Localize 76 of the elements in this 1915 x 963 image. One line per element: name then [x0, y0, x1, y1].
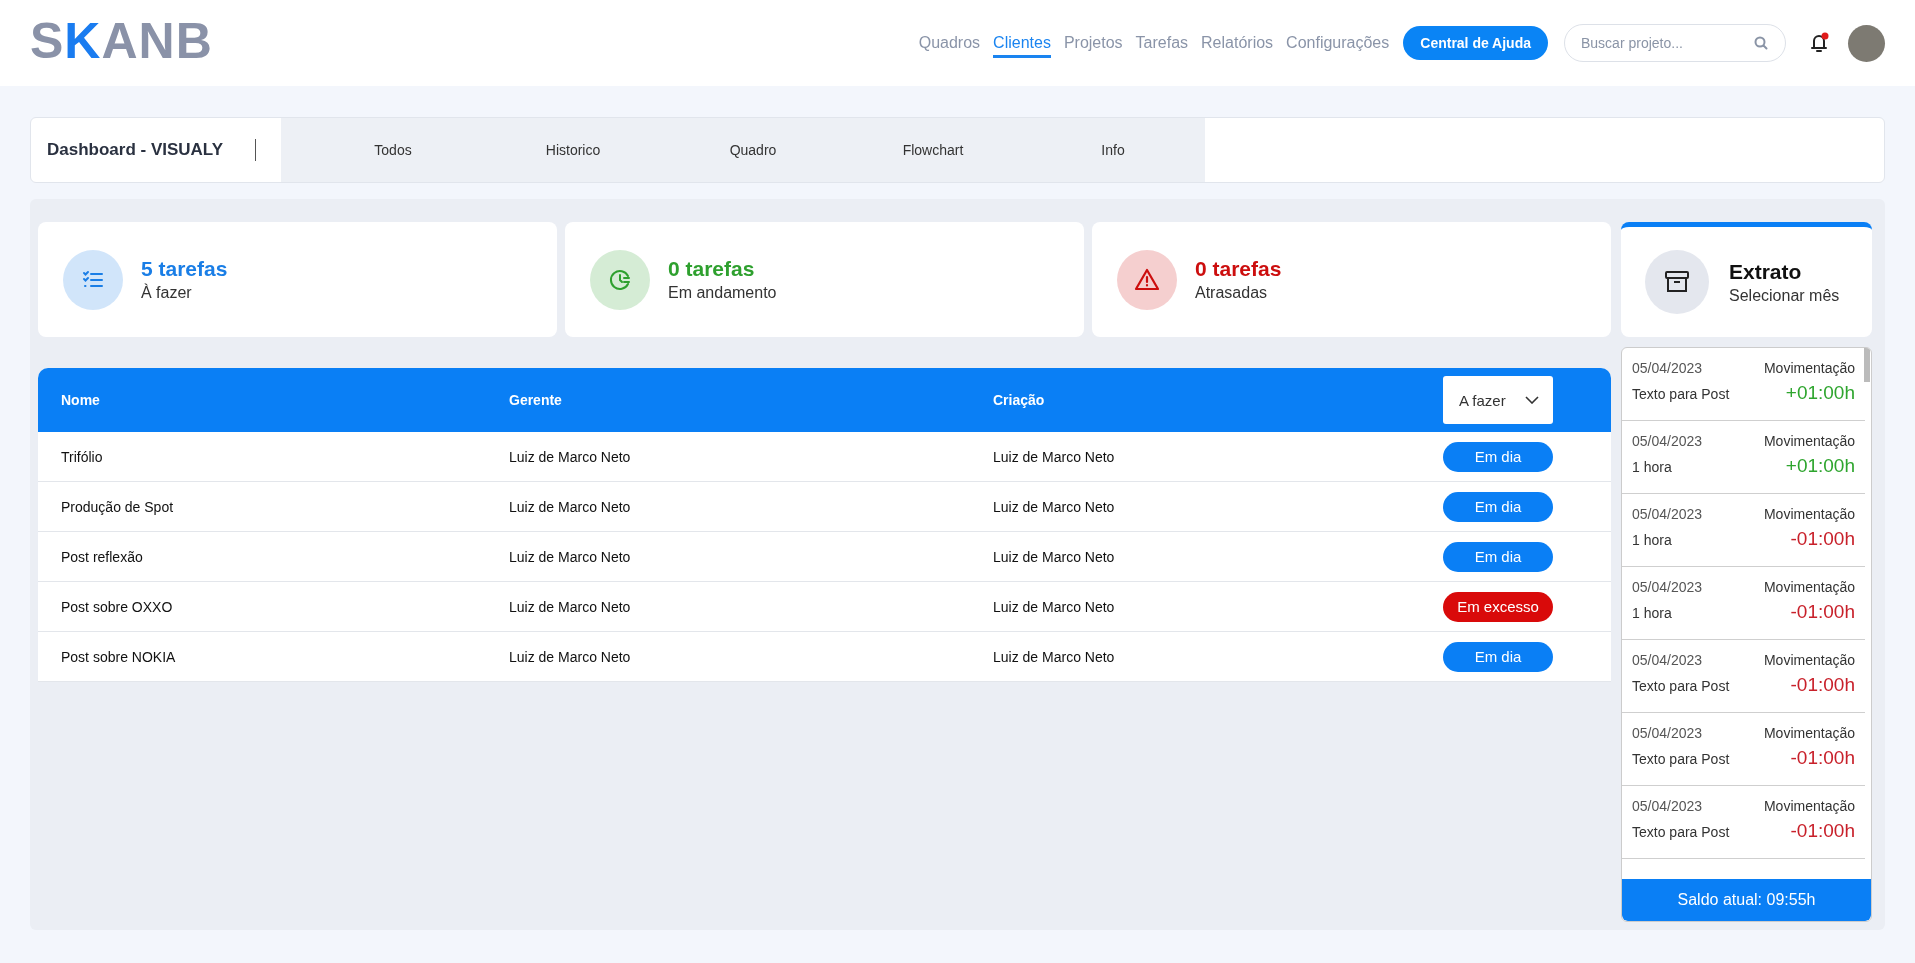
entry-type: Movimentação [1763, 652, 1855, 668]
column-header: Criação [993, 392, 1046, 408]
nav-link[interactable]: Clientes [993, 28, 1051, 58]
table-cell-text: Trifólio [61, 448, 104, 465]
entry-type: Movimentação [1763, 506, 1855, 522]
table-cell-text: Luiz de Marco Neto [509, 548, 632, 565]
table-cell-text: Post sobre OXXO [61, 598, 174, 615]
help-button[interactable]: Central de Ajuda [1403, 26, 1548, 60]
entry-amount: +01:00h [1785, 382, 1855, 404]
stat-label: À fazer [141, 284, 193, 302]
tab[interactable]: Info [1023, 118, 1203, 182]
scrollbar[interactable] [1864, 348, 1870, 382]
entry-date: 05/04/2023 [1632, 579, 1703, 595]
entry-type: Movimentação [1763, 798, 1855, 814]
table-cell-text: Luiz de Marco Neto [509, 448, 632, 465]
table-cell-text: Produção de Spot [61, 498, 175, 515]
filter-dropdown[interactable]: A fazer [1443, 376, 1553, 424]
entry-description: 1 hora [1632, 605, 1672, 621]
entry-description: 1 hora [1632, 459, 1672, 475]
entry-type: Movimentação [1763, 360, 1855, 376]
logo: SKANB [30, 12, 213, 70]
tab[interactable]: Todos [303, 118, 483, 182]
entry-type: Movimentação [1763, 725, 1855, 741]
archive-box-icon [1664, 270, 1690, 294]
search-icon [1754, 36, 1768, 50]
entry-amount: +01:00h [1785, 455, 1855, 477]
column-header: Nome [61, 392, 101, 408]
search-field[interactable]: Buscar projeto... [1564, 24, 1786, 62]
stat-label: Em andamento [668, 284, 777, 302]
task-count: 5 tarefas [141, 257, 228, 281]
table-cell-text: Luiz de Marco Neto [993, 448, 1116, 465]
avatar[interactable] [1848, 24, 1885, 62]
status-badge: Em excesso [1443, 591, 1553, 622]
entry-date: 05/04/2023 [1632, 506, 1703, 522]
table-cell-text: Luiz de Marco Neto [509, 598, 632, 615]
column-header: Gerente [509, 392, 563, 408]
entry-amount: -01:00h [1790, 601, 1855, 623]
status-badge: Em dia [1443, 491, 1553, 522]
table-cell-text: Post sobre NOKIA [61, 648, 177, 665]
tab[interactable]: Historico [483, 118, 663, 182]
table-cell-text: Luiz de Marco Neto [993, 548, 1116, 565]
table-cell-text: Luiz de Marco Neto [993, 648, 1116, 665]
entry-date: 05/04/2023 [1632, 433, 1703, 449]
table-cell-text: Luiz de Marco Neto [993, 598, 1116, 615]
statement-title: Extrato [1729, 259, 1803, 284]
entry-type: Movimentação [1763, 433, 1855, 449]
balance-bar: Saldo atual: 09:55h [1622, 879, 1871, 921]
entry-date: 05/04/2023 [1632, 798, 1703, 814]
entry-date: 05/04/2023 [1632, 725, 1703, 741]
table-cell-text: Post reflexão [61, 548, 144, 565]
entry-description: Texto para Post [1632, 386, 1730, 402]
tab[interactable]: Quadro [663, 118, 843, 182]
table-cell-text: Luiz de Marco Neto [509, 498, 632, 515]
entry-amount: -01:00h [1790, 674, 1855, 696]
entry-amount: -01:00h [1790, 747, 1855, 769]
tab[interactable]: Flowchart [843, 118, 1023, 182]
entry-description: Texto para Post [1632, 751, 1730, 767]
stat-label: Atrasadas [1195, 284, 1269, 302]
entry-amount: -01:00h [1790, 820, 1855, 842]
entry-amount: -01:00h [1790, 528, 1855, 550]
entry-date: 05/04/2023 [1632, 652, 1703, 668]
entry-type: Movimentação [1763, 579, 1855, 595]
page-title: Dashboard - VISUALY [31, 118, 281, 182]
entry-description: Texto para Post [1632, 678, 1730, 694]
task-count: 0 tarefas [668, 257, 756, 281]
entry-date: 05/04/2023 [1632, 360, 1703, 376]
entry-description: 1 hora [1632, 532, 1672, 548]
task-count: 0 tarefas [1195, 257, 1282, 281]
status-badge: Em dia [1443, 441, 1553, 472]
status-badge: Em dia [1443, 541, 1553, 572]
status-badge: Em dia [1443, 641, 1553, 672]
table-cell-text: Luiz de Marco Neto [993, 498, 1116, 515]
month-selector[interactable]: Selecionar mês [1729, 286, 1840, 305]
chevron-icon [1525, 396, 1539, 404]
table-cell-text: Luiz de Marco Neto [509, 648, 632, 665]
entry-description: Texto para Post [1632, 824, 1730, 840]
